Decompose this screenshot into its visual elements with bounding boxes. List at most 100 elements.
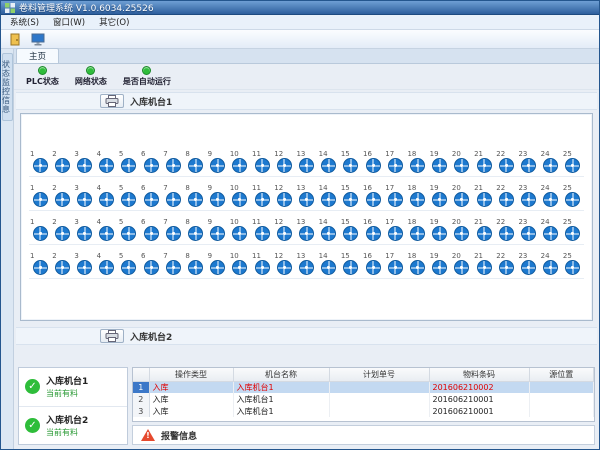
coil-position[interactable]: 19 xyxy=(429,150,451,173)
coil-position[interactable]: 22 xyxy=(495,218,517,241)
coil-position[interactable]: 17 xyxy=(384,218,406,241)
menu-item[interactable]: 系统(S) xyxy=(3,16,46,28)
coil-position[interactable]: 23 xyxy=(517,252,539,275)
coil-position[interactable]: 5 xyxy=(118,218,140,241)
coil-position[interactable]: 11 xyxy=(251,184,273,207)
coil-position[interactable]: 2 xyxy=(51,184,73,207)
column-header[interactable]: 机台名称 xyxy=(233,368,329,381)
coil-position[interactable]: 20 xyxy=(451,150,473,173)
coil-position[interactable]: 9 xyxy=(207,252,229,275)
coil-position[interactable]: 8 xyxy=(184,252,206,275)
coil-position[interactable]: 19 xyxy=(429,218,451,241)
coil-position[interactable]: 9 xyxy=(207,218,229,241)
coil-position[interactable]: 23 xyxy=(517,150,539,173)
coil-position[interactable]: 14 xyxy=(318,252,340,275)
coil-position[interactable]: 18 xyxy=(406,252,428,275)
coil-position[interactable]: 10 xyxy=(229,150,251,173)
print-button-station1[interactable] xyxy=(100,94,124,108)
coil-position[interactable]: 15 xyxy=(340,184,362,207)
coil-position[interactable]: 25 xyxy=(562,184,584,207)
coil-position[interactable]: 8 xyxy=(184,150,206,173)
coil-position[interactable]: 3 xyxy=(73,150,95,173)
menu-item[interactable]: 其它(O) xyxy=(92,16,136,28)
coil-position[interactable]: 17 xyxy=(384,150,406,173)
coil-position[interactable]: 15 xyxy=(340,252,362,275)
coil-position[interactable]: 11 xyxy=(251,252,273,275)
coil-position[interactable]: 24 xyxy=(540,252,562,275)
coil-position[interactable]: 9 xyxy=(207,150,229,173)
side-panel-tab[interactable]: 状态监控信息 xyxy=(2,53,13,121)
coil-position[interactable]: 4 xyxy=(96,218,118,241)
coil-position[interactable]: 11 xyxy=(251,218,273,241)
print-button-station2[interactable] xyxy=(100,329,124,343)
coil-position[interactable]: 22 xyxy=(495,184,517,207)
coil-position[interactable]: 25 xyxy=(562,218,584,241)
coil-position[interactable]: 18 xyxy=(406,184,428,207)
coil-position[interactable]: 7 xyxy=(162,184,184,207)
coil-position[interactable]: 8 xyxy=(184,184,206,207)
coil-position[interactable]: 6 xyxy=(140,218,162,241)
coil-position[interactable]: 14 xyxy=(318,150,340,173)
coil-position[interactable]: 23 xyxy=(517,218,539,241)
coil-position[interactable]: 19 xyxy=(429,252,451,275)
table-row[interactable]: 2入库入库机台1201606210001 xyxy=(133,393,594,405)
menu-item[interactable]: 窗口(W) xyxy=(46,16,92,28)
machine-card-1[interactable]: ✓ 入库机台1 当前有料 xyxy=(19,368,127,407)
coil-position[interactable]: 15 xyxy=(340,150,362,173)
coil-position[interactable]: 7 xyxy=(162,150,184,173)
coil-position[interactable]: 2 xyxy=(51,218,73,241)
coil-position[interactable]: 5 xyxy=(118,184,140,207)
coil-position[interactable]: 23 xyxy=(517,184,539,207)
coil-position[interactable]: 7 xyxy=(162,252,184,275)
coil-position[interactable]: 10 xyxy=(229,218,251,241)
coil-position[interactable]: 2 xyxy=(51,150,73,173)
table-row[interactable]: 3入库入库机台1201606210001 xyxy=(133,405,594,417)
coil-position[interactable]: 4 xyxy=(96,252,118,275)
machine-card-2[interactable]: ✓ 入库机台2 当前有料 xyxy=(19,407,127,445)
tab-home[interactable]: 主页 xyxy=(16,48,59,63)
coil-position[interactable]: 15 xyxy=(340,218,362,241)
coil-position[interactable]: 13 xyxy=(295,150,317,173)
coil-position[interactable]: 25 xyxy=(562,150,584,173)
coil-position[interactable]: 16 xyxy=(362,218,384,241)
coil-position[interactable]: 1 xyxy=(29,252,51,275)
coil-position[interactable]: 20 xyxy=(451,218,473,241)
coil-position[interactable]: 21 xyxy=(473,218,495,241)
coil-position[interactable]: 16 xyxy=(362,150,384,173)
coil-position[interactable]: 14 xyxy=(318,218,340,241)
coil-position[interactable]: 24 xyxy=(540,218,562,241)
coil-position[interactable]: 10 xyxy=(229,184,251,207)
coil-position[interactable]: 3 xyxy=(73,218,95,241)
coil-position[interactable]: 13 xyxy=(295,218,317,241)
coil-position[interactable]: 12 xyxy=(273,218,295,241)
coil-position[interactable]: 13 xyxy=(295,252,317,275)
column-header[interactable]: 计划单号 xyxy=(329,368,429,381)
coil-position[interactable]: 14 xyxy=(318,184,340,207)
coil-position[interactable]: 22 xyxy=(495,252,517,275)
coil-position[interactable]: 24 xyxy=(540,184,562,207)
coil-position[interactable]: 8 xyxy=(184,218,206,241)
coil-position[interactable]: 12 xyxy=(273,252,295,275)
coil-position[interactable]: 20 xyxy=(451,252,473,275)
titlebar[interactable]: 卷料管理系统 V1.0.6034.25526 xyxy=(1,1,599,15)
coil-position[interactable]: 6 xyxy=(140,252,162,275)
coil-position[interactable]: 21 xyxy=(473,150,495,173)
coil-position[interactable]: 5 xyxy=(118,150,140,173)
coil-position[interactable]: 20 xyxy=(451,184,473,207)
coil-position[interactable]: 3 xyxy=(73,252,95,275)
coil-position[interactable]: 10 xyxy=(229,252,251,275)
coil-position[interactable]: 7 xyxy=(162,218,184,241)
coil-position[interactable]: 4 xyxy=(96,150,118,173)
coil-position[interactable]: 21 xyxy=(473,184,495,207)
coil-position[interactable]: 1 xyxy=(29,150,51,173)
table-row[interactable]: 1入库入库机台1201606210002 xyxy=(133,381,594,393)
coil-position[interactable]: 6 xyxy=(140,150,162,173)
coil-position[interactable]: 1 xyxy=(29,218,51,241)
coil-position[interactable]: 25 xyxy=(562,252,584,275)
column-header[interactable]: 源位置 xyxy=(529,368,594,381)
coil-position[interactable]: 12 xyxy=(273,150,295,173)
coil-position[interactable]: 1 xyxy=(29,184,51,207)
coil-position[interactable]: 9 xyxy=(207,184,229,207)
coil-position[interactable]: 18 xyxy=(406,218,428,241)
column-header-rownum[interactable] xyxy=(133,368,149,381)
